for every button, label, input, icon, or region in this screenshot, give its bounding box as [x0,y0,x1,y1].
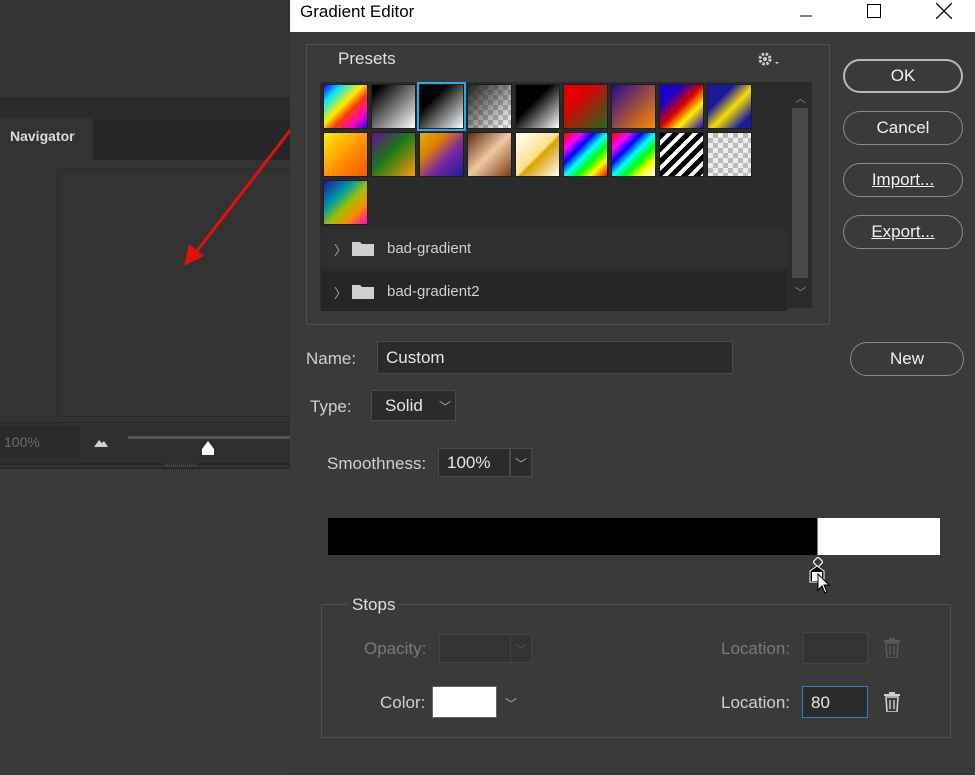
new-label: New [889,349,924,368]
import-button[interactable]: Import... [843,163,963,197]
minimize-button[interactable] [783,0,829,22]
preset-swatch[interactable] [707,84,752,129]
smoothness-label: Smoothness: [327,454,427,473]
preset-swatch[interactable] [659,132,704,177]
gear-icon[interactable] [756,49,782,69]
scroll-down-icon[interactable]: ﹀ [795,284,806,300]
scroll-up-icon[interactable]: ︿ [795,90,806,106]
panel-resize-grip[interactable] [165,463,197,467]
preset-swatch[interactable] [371,132,416,177]
chevron-down-icon: ﹀ [515,643,528,657]
color-label: Color: [380,693,426,712]
presets-scroll-thumb[interactable] [792,108,808,278]
export-label: Export... [871,222,935,241]
chevron-down-icon[interactable]: ﹀ [505,695,517,712]
red-arrow-annotation [184,127,294,266]
stop-color-swatch[interactable] [432,686,497,718]
dialog-title: Gradient Editor [300,2,415,21]
opacity-location-input [803,632,868,664]
zoom-slider-thumb[interactable] [200,440,216,456]
panel-header [0,100,290,120]
folder-label: bad-gradient2 [387,283,480,300]
minimize-icon [800,15,812,17]
chevron-down-icon[interactable]: ﹀ [439,398,451,415]
close-icon [936,3,952,19]
trash-icon [884,638,900,658]
preset-swatch[interactable] [611,84,656,129]
name-input[interactable]: Custom [377,341,733,374]
preset-swatch[interactable] [371,84,416,129]
type-label: Type: [310,397,352,416]
import-label: Import... [871,170,935,189]
folder-icon [352,285,374,299]
cancel-button[interactable]: Cancel [843,111,963,145]
gradient-preview-bar[interactable] [328,518,940,555]
tab-navigator-label: Navigator [10,128,75,144]
maximize-icon [867,4,881,18]
preset-swatch[interactable] [467,84,512,129]
preset-swatch[interactable] [323,180,368,225]
preset-swatch[interactable] [467,132,512,177]
maximize-button[interactable] [851,0,897,22]
opacity-label: Opacity: [364,639,427,658]
chevron-down-icon: ﹀ [515,457,528,471]
opacity-input [439,634,511,663]
smoothness-value: 100% [447,453,491,472]
preset-swatch[interactable] [659,84,704,129]
preset-swatch-selected[interactable] [417,82,466,131]
close-button[interactable] [921,0,967,22]
preset-swatch[interactable] [563,84,608,129]
opacity-location-label: Location: [721,639,790,658]
chevron-right-icon[interactable]: 〉 [334,240,347,259]
zoom-out-mountain-icon[interactable] [93,436,109,448]
new-button[interactable]: New [850,342,964,376]
color-location-label: Location: [721,693,790,712]
color-location-input[interactable]: 80 [802,686,868,718]
preset-swatch[interactable] [323,84,368,129]
preset-swatch[interactable] [611,132,656,177]
preset-swatch[interactable] [419,132,464,177]
chevron-right-icon[interactable]: 〉 [334,283,347,302]
folder-icon [352,242,374,256]
lower-panel [0,468,290,775]
preset-swatch[interactable] [323,132,368,177]
export-button[interactable]: Export... [843,215,963,249]
preset-swatch[interactable] [515,84,560,129]
preset-swatch[interactable] [515,132,560,177]
zoom-value: 100% [4,434,40,450]
folder-label: bad-gradient [387,240,472,257]
mouse-cursor-icon [817,573,831,594]
presets-label: Presets [336,49,398,69]
preset-swatch[interactable] [563,132,608,177]
name-label: Name: [306,349,357,368]
ok-button[interactable]: OK [843,59,963,93]
trash-icon[interactable] [883,692,901,712]
stops-label: Stops [348,595,400,615]
zoom-slider-track[interactable] [128,436,290,439]
type-value: Solid [385,396,423,415]
workspace-background [0,0,290,98]
preset-swatch[interactable] [707,132,752,177]
